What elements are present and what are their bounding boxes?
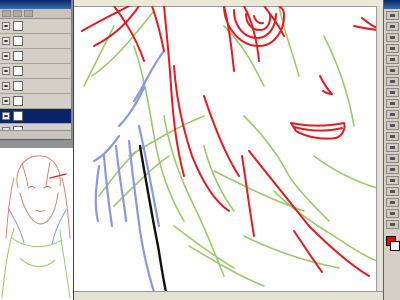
layers-palette-footer	[0, 130, 71, 139]
layer-row[interactable]	[0, 94, 71, 109]
document-window	[73, 0, 384, 300]
color-swatches	[385, 235, 400, 255]
smudge-tool-button[interactable]	[385, 198, 399, 207]
lock-icon[interactable]	[24, 10, 33, 17]
eye-icon[interactable]	[2, 52, 10, 60]
drawing-canvas[interactable]	[74, 6, 377, 292]
text-tool-button[interactable]	[385, 110, 399, 119]
lasso-tool-button[interactable]	[385, 33, 399, 42]
crop-tool-button[interactable]	[385, 55, 399, 64]
fill-tool-button[interactable]	[385, 99, 399, 108]
eye-icon[interactable]	[2, 67, 10, 75]
preview-thumbnail	[1, 155, 71, 299]
eye-icon[interactable]	[2, 82, 10, 90]
stamp-tool-button[interactable]	[385, 220, 399, 229]
blur-tool-button[interactable]	[385, 176, 399, 185]
layer-thumbnail	[13, 111, 23, 121]
layer-thumbnail	[13, 36, 23, 46]
layer-row[interactable]	[0, 64, 71, 79]
path-tool-button[interactable]	[385, 165, 399, 174]
layer-row[interactable]	[0, 49, 71, 64]
hand-tool-button[interactable]	[385, 121, 399, 130]
eye-icon[interactable]	[2, 112, 10, 120]
layers-palette-titlebar[interactable]	[0, 0, 71, 9]
blue-sketch-lines	[92, 49, 166, 292]
dodge-tool-button[interactable]	[385, 187, 399, 196]
layers-palette-toolbar	[0, 9, 71, 19]
blend-mode-dropdown[interactable]	[2, 10, 11, 17]
layer-thumbnail	[13, 51, 23, 61]
eyedropper-tool-button[interactable]	[385, 143, 399, 152]
pen-tool-button[interactable]	[385, 66, 399, 75]
wand-tool-button[interactable]	[385, 44, 399, 53]
gradient-tool-button[interactable]	[385, 209, 399, 218]
eraser-tool-button[interactable]	[385, 88, 399, 97]
tools-palette	[383, 0, 400, 300]
layer-row[interactable]	[0, 79, 71, 94]
zoom-tool-button[interactable]	[385, 132, 399, 141]
tools-palette-titlebar[interactable]	[384, 0, 400, 9]
opacity-field[interactable]	[13, 10, 22, 17]
layer-row[interactable]	[0, 109, 71, 124]
eye-icon[interactable]	[2, 97, 10, 105]
shape-tool-button[interactable]	[385, 154, 399, 163]
horizontal-scrollbar[interactable]	[74, 291, 384, 300]
move-tool-button[interactable]	[385, 11, 399, 20]
marquee-tool-button[interactable]	[385, 22, 399, 31]
tool-list	[384, 11, 400, 229]
layer-list	[0, 19, 71, 139]
navigator-preview[interactable]	[0, 148, 73, 300]
layer-thumbnail	[13, 96, 23, 106]
eye-icon[interactable]	[2, 37, 10, 45]
layer-thumbnail	[13, 81, 23, 91]
layer-thumbnail	[13, 21, 23, 31]
layer-thumbnail	[13, 66, 23, 76]
layer-row[interactable]	[0, 34, 71, 49]
background-color-swatch[interactable]	[389, 241, 400, 251]
brush-tool-button[interactable]	[385, 77, 399, 86]
layers-palette	[0, 0, 72, 140]
layer-row[interactable]	[0, 19, 71, 34]
eye-icon[interactable]	[2, 22, 10, 30]
